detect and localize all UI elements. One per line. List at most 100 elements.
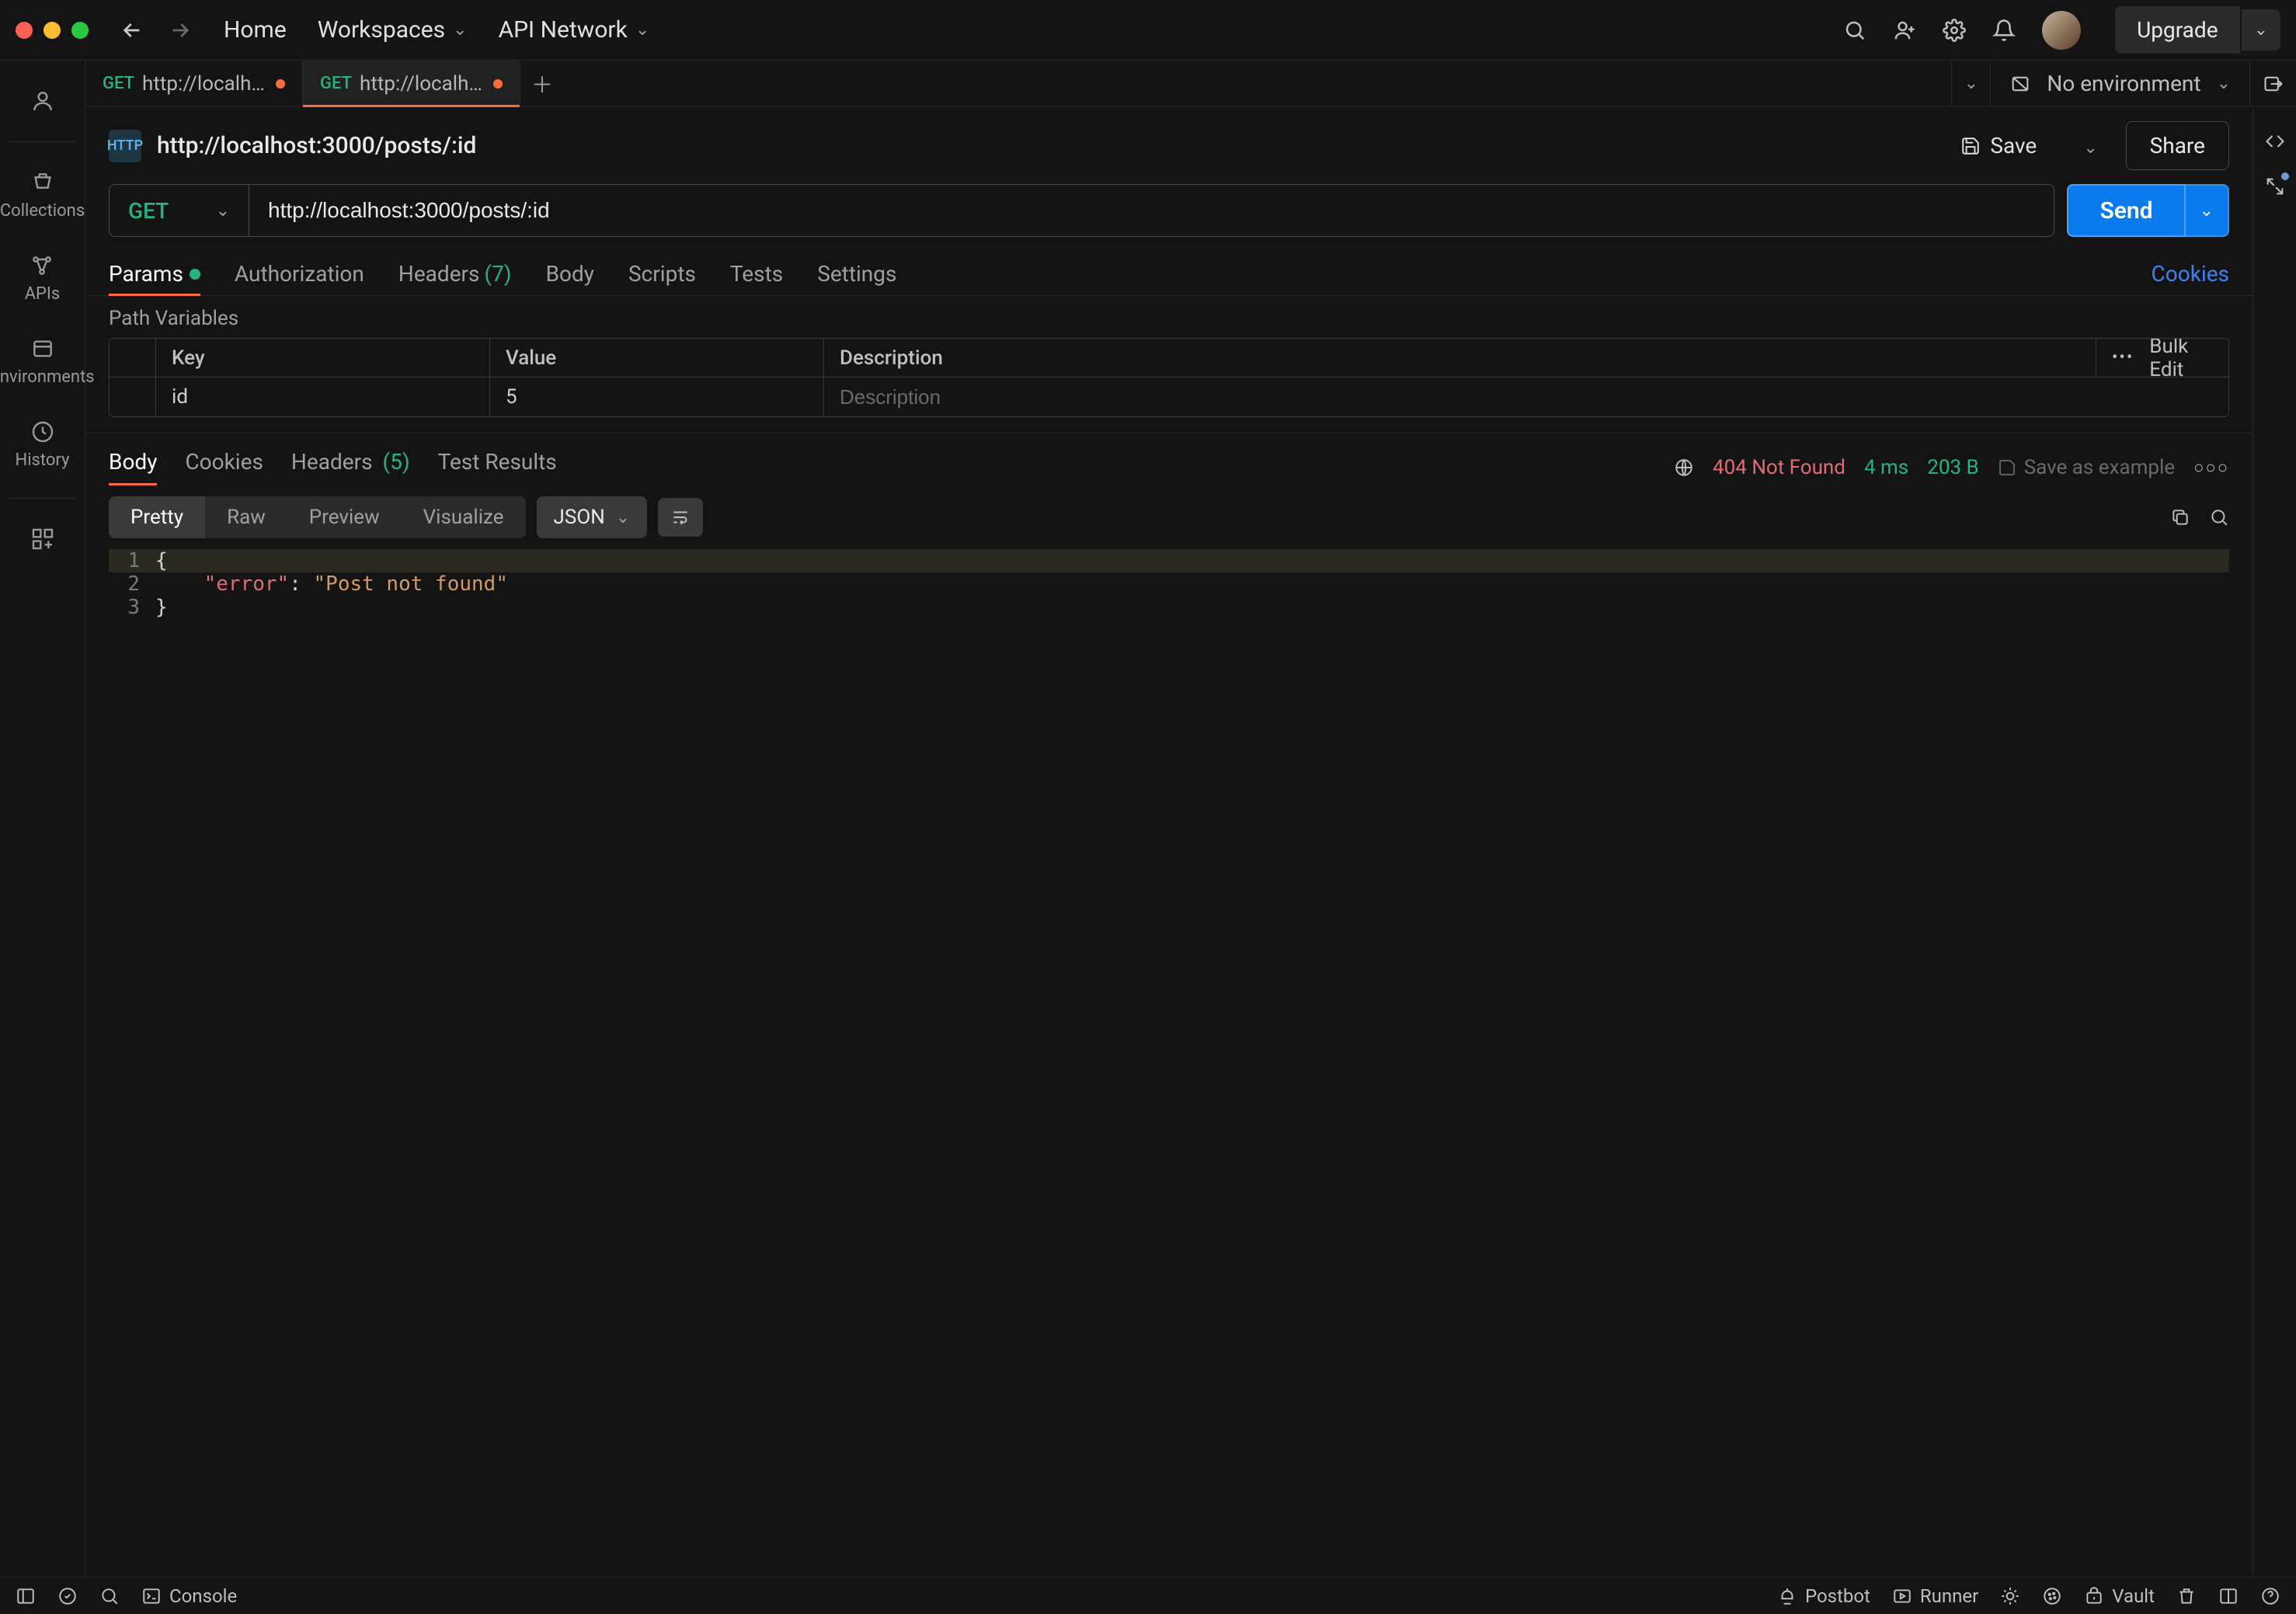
label: Headers [291,449,373,475]
sidebar-item-history[interactable]: History [12,407,73,482]
code-token: } [155,596,168,619]
environment-selector[interactable]: No environment ⌄ [1990,61,2249,106]
upgrade-button[interactable]: Upgrade [2115,6,2239,54]
url-input[interactable] [249,185,2054,236]
footer-layout-icon[interactable] [2218,1586,2239,1606]
save-icon [1998,458,2016,477]
code-token: "Post not found" [314,572,508,596]
request-area: HTTP http://localhost:3000/posts/:id Sav… [85,107,2253,1577]
search-response-icon[interactable] [2209,507,2229,527]
tab-settings[interactable]: Settings [817,252,896,295]
search-icon[interactable] [1843,19,1866,42]
footer-capture-icon[interactable] [2000,1586,2020,1606]
globe-icon[interactable] [1674,457,1694,478]
view-pretty[interactable]: Pretty [109,496,205,538]
maximize-window-button[interactable] [71,22,89,39]
description-input[interactable] [840,385,2213,409]
upgrade-chevron[interactable]: ⌄ [2242,9,2280,50]
kv-desc-cell[interactable] [824,377,2228,416]
settings-icon[interactable] [1943,19,1966,42]
send-group: Send ⌄ [2067,184,2229,237]
table-row: id 5 [110,377,2228,416]
window-controls [16,22,89,39]
footer-panel-icon[interactable] [16,1586,36,1606]
view-visualize[interactable]: Visualize [402,496,526,538]
footer-postbot[interactable]: Postbot [1777,1585,1870,1607]
tab-tests[interactable]: Tests [730,252,783,295]
nav-api-network-label: API Network [499,16,628,43]
back-button[interactable] [120,18,144,43]
nav-workspaces[interactable]: Workspaces⌄ [318,16,468,43]
copy-response-icon[interactable] [2170,507,2190,527]
footer-console[interactable]: Console [141,1585,237,1607]
sidebar-label: History [16,450,70,470]
save-button[interactable]: Save [1942,122,2055,169]
chevron-down-icon: ⌄ [616,508,630,527]
sidebar-item-user[interactable] [27,76,58,126]
response-more[interactable]: ○○○ [2193,457,2229,478]
minimize-window-button[interactable] [43,22,61,39]
chevron-down-icon: ⌄ [2217,74,2231,93]
label: Runner [1920,1585,1978,1607]
nav-api-network[interactable]: API Network⌄ [499,16,650,43]
send-button[interactable]: Send [2067,184,2185,237]
view-preview[interactable]: Preview [287,496,402,538]
resp-tab-body[interactable]: Body [109,449,157,485]
code-icon[interactable] [2264,130,2286,152]
share-button[interactable]: Share [2126,121,2229,170]
code-token: { [155,549,168,572]
footer-search-icon[interactable] [99,1586,120,1606]
environment-quick-look[interactable] [2249,61,2296,106]
tab-body[interactable]: Body [546,252,594,295]
request-tab[interactable]: GET http://localhost:3000/p [85,61,303,106]
sidebar-item-add[interactable] [27,514,58,564]
send-options[interactable]: ⌄ [2186,184,2229,237]
kv-value-cell[interactable]: 5 [490,377,824,416]
tab-authorization[interactable]: Authorization [235,252,364,295]
drag-handle[interactable] [110,377,156,416]
resp-tab-test-results[interactable]: Test Results [438,449,557,485]
expand-icon[interactable] [2264,176,2286,197]
kv-key-cell[interactable]: id [156,377,490,416]
save-options[interactable]: ⌄ [2071,122,2110,169]
resp-tab-cookies[interactable]: Cookies [185,449,263,485]
sidebar-item-apis[interactable]: APIs [22,241,64,316]
notifications-icon[interactable] [1992,19,2016,42]
bulk-edit-link[interactable]: Bulk Edit [2149,338,2213,381]
save-as-example[interactable]: Save as example [1998,456,2175,479]
forward-button[interactable] [168,18,193,43]
footer-sync-icon[interactable] [57,1586,78,1606]
tab-scripts[interactable]: Scripts [628,252,696,295]
close-window-button[interactable] [16,22,33,39]
nav-arrows [120,18,193,43]
url-bar: GET ⌄ Send ⌄ [85,184,2253,252]
response-body[interactable]: 1{ 2 "error": "Post not found" 3} [85,549,2253,1577]
tabs-overflow[interactable]: ⌄ [1951,61,1990,106]
footer-runner[interactable]: Runner [1892,1585,1978,1607]
view-toggle: Pretty Raw Preview Visualize [109,496,526,538]
footer-vault[interactable]: Vault [2084,1585,2155,1607]
footer-trash-icon[interactable] [2176,1586,2197,1606]
footer-cookies-icon[interactable] [2042,1586,2062,1606]
more-icon[interactable]: ••• [2112,348,2134,367]
method-selector[interactable]: GET ⌄ [110,185,249,236]
wrap-lines-button[interactable] [658,498,703,537]
footer-help-icon[interactable] [2260,1586,2280,1606]
user-avatar[interactable] [2042,11,2081,50]
resp-tab-headers[interactable]: Headers (5) [291,449,410,485]
format-selector[interactable]: JSON ⌄ [537,496,648,538]
chevron-down-icon: ⌄ [453,20,467,40]
invite-icon[interactable] [1893,19,1916,42]
environment-label: No environment [2047,71,2200,96]
tab-params[interactable]: Params [109,252,200,295]
sidebar-item-environments[interactable]: Environments [0,324,98,399]
cookies-link[interactable]: Cookies [2152,261,2229,287]
view-raw[interactable]: Raw [205,496,287,538]
sidebar-item-collections[interactable]: Collections [0,158,88,233]
tab-headers[interactable]: Headers (7) [398,252,512,295]
request-title[interactable]: http://localhost:3000/posts/:id [157,132,1926,159]
nav-home[interactable]: Home [224,16,287,43]
top-nav: Home Workspaces⌄ API Network⌄ [224,16,649,43]
request-tab[interactable]: GET http://localhost:3000/p [303,61,520,106]
new-tab-button[interactable]: ＋ [520,61,564,106]
